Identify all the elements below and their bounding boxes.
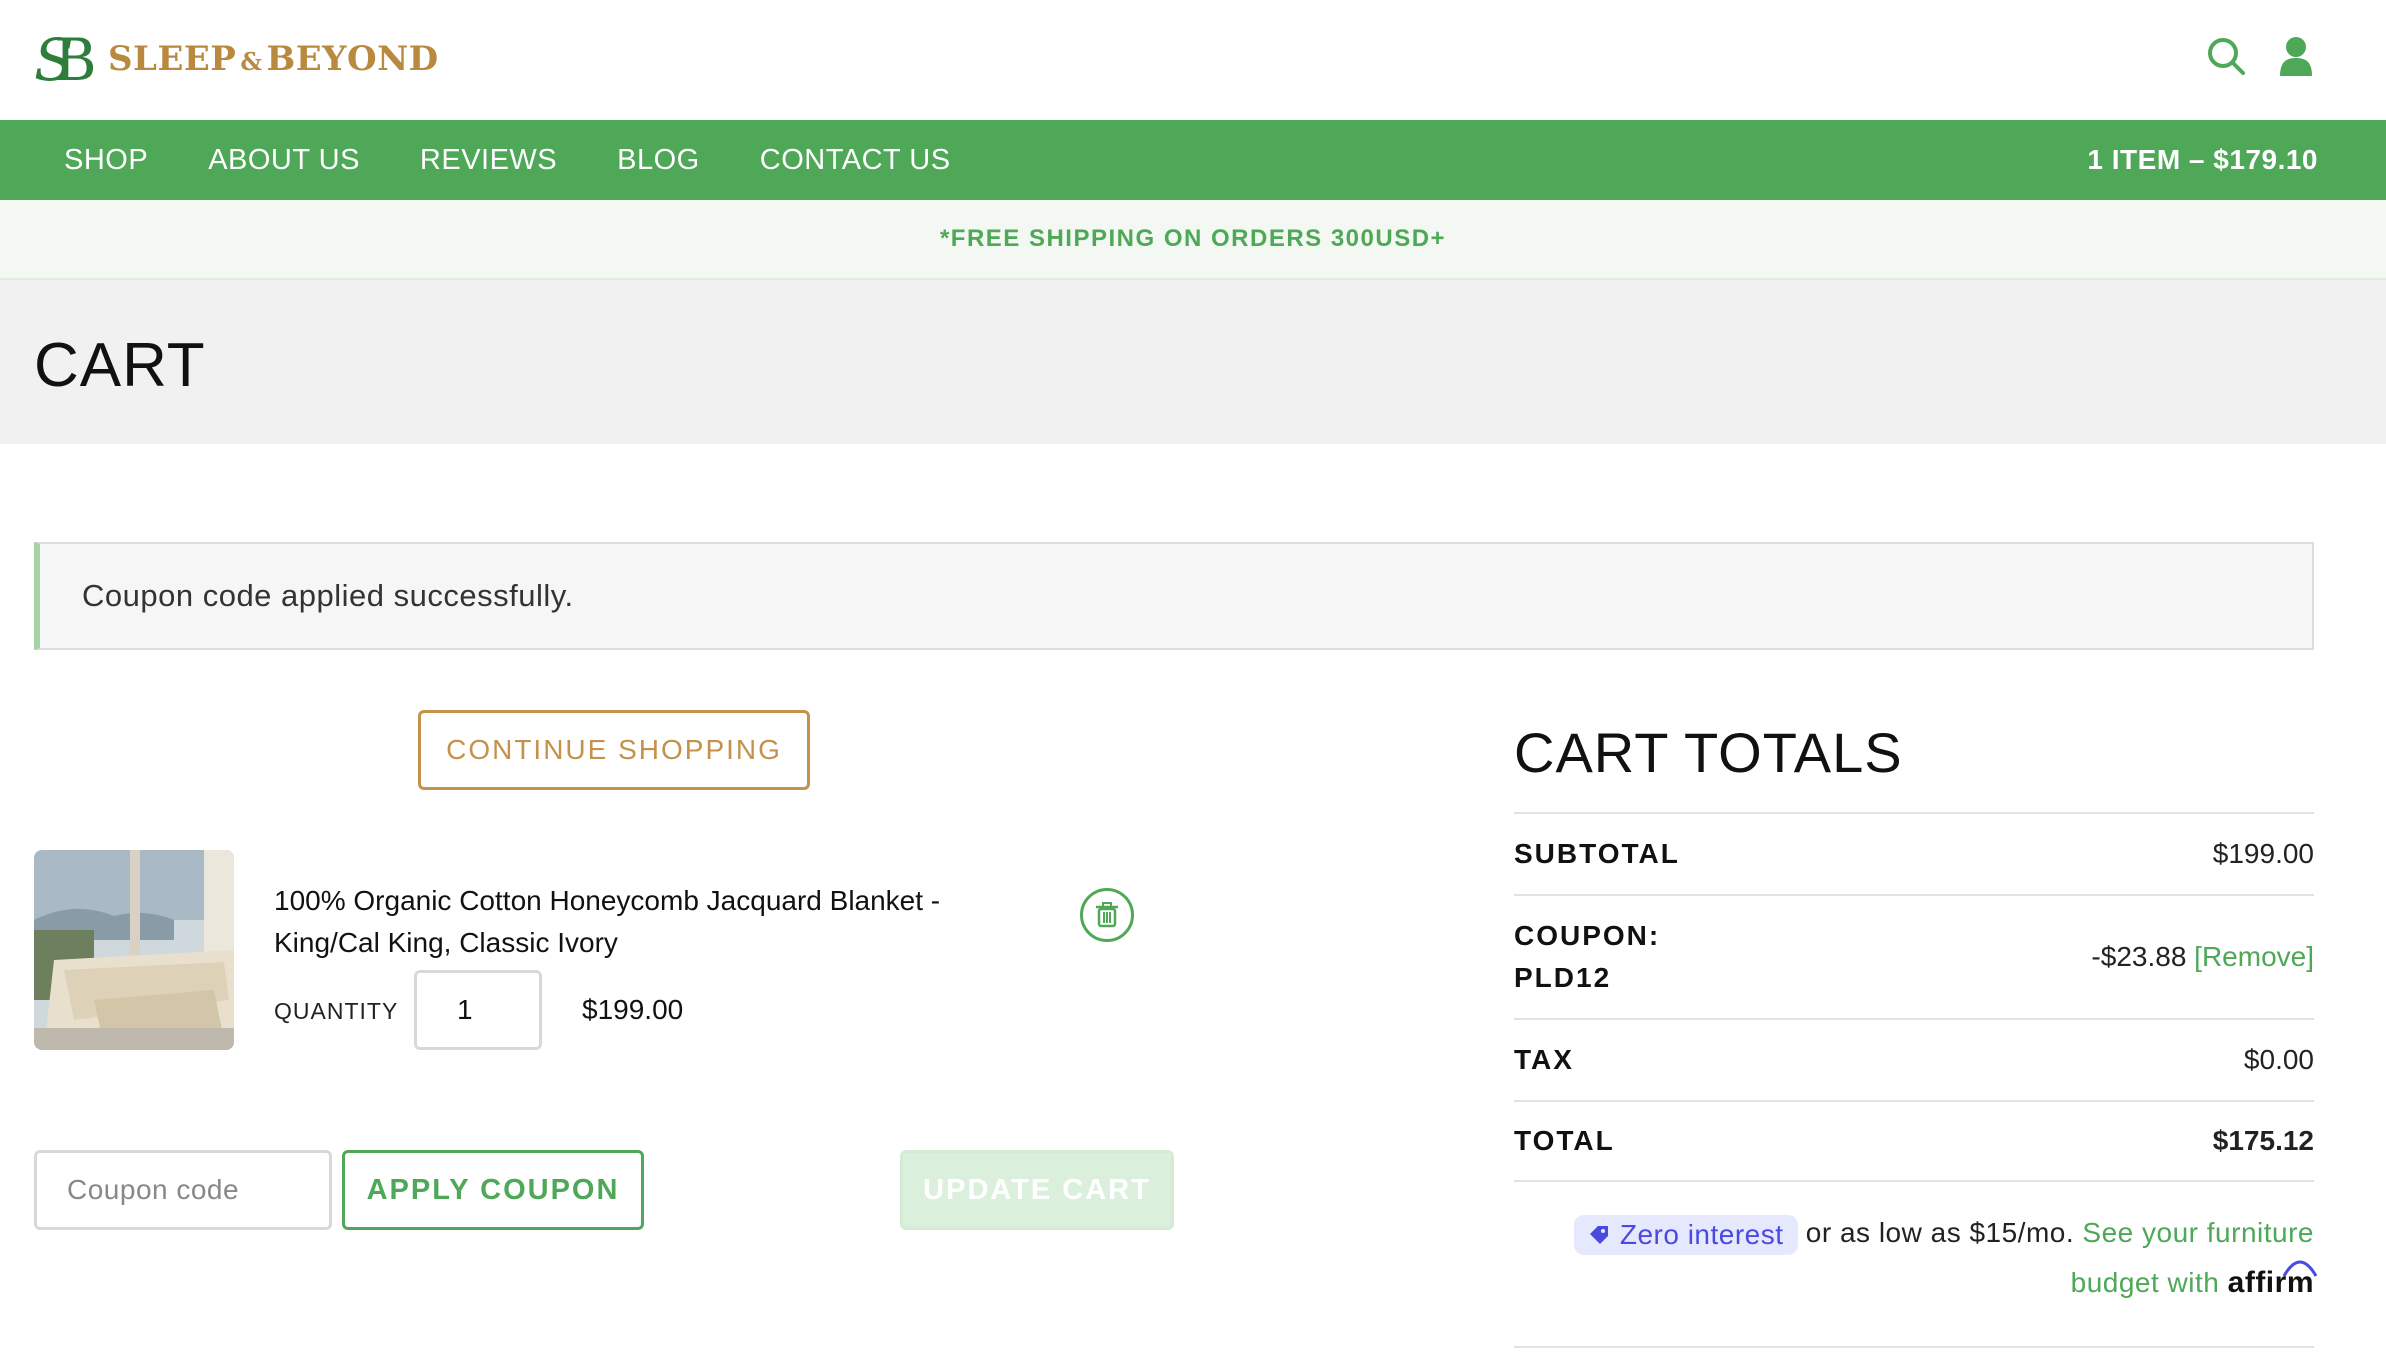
remove-item-button[interactable] xyxy=(1080,888,1134,942)
page-title: CART xyxy=(34,331,206,400)
nav-item-reviews[interactable]: REVIEWS xyxy=(390,144,587,177)
remove-coupon-link[interactable]: [Remove] xyxy=(2194,941,2314,972)
affirm-promo: Zero interest or as low as $15/mo. See y… xyxy=(1514,1208,2318,1308)
tax-value: $0.00 xyxy=(2243,1044,2314,1075)
main-nav: SHOP ABOUT US REVIEWS BLOG CONTACT US 1 … xyxy=(0,120,2386,200)
logo-mark-icon: S B xyxy=(34,26,97,92)
tax-label: TAX xyxy=(1514,1044,1574,1075)
nav-item-about-us[interactable]: ABOUT US xyxy=(178,144,390,177)
nav-item-blog[interactable]: BLOG xyxy=(587,144,730,177)
coupon-success-notice: Coupon code applied successfully. xyxy=(34,542,2314,650)
nav-item-shop[interactable]: SHOP xyxy=(34,144,178,177)
site-logo[interactable]: S B SLEEP & BEYOND xyxy=(32,26,439,92)
shipping-banner-text: *FREE SHIPPING ON ORDERS 300USD+ xyxy=(939,225,1447,252)
quantity-input[interactable]: 1 xyxy=(414,970,542,1050)
logo-wordmark: SLEEP & BEYOND xyxy=(108,39,439,79)
apply-coupon-button[interactable]: APPLY COUPON xyxy=(342,1150,644,1230)
search-icon[interactable] xyxy=(2204,34,2248,78)
affirm-text: or as low as $15/mo. xyxy=(1805,1217,2075,1248)
quantity-label: QUANTITY xyxy=(274,998,399,1024)
divider xyxy=(1514,1346,2314,1348)
trash-icon xyxy=(1096,902,1118,928)
total-row: TOTAL $175.12 xyxy=(1514,1100,2314,1182)
cart-totals-title: CART TOTALS xyxy=(1514,721,1903,784)
item-price: $199.00 xyxy=(582,994,684,1025)
tag-icon xyxy=(1589,1225,1608,1244)
coupon-code-input[interactable]: Coupon code xyxy=(34,1150,332,1230)
update-cart-button[interactable]: UPDATE CART xyxy=(900,1150,1174,1230)
top-header: S B SLEEP & BEYOND xyxy=(0,0,2386,120)
shipping-banner: *FREE SHIPPING ON ORDERS 300USD+ xyxy=(0,200,2386,280)
subtotal-row: SUBTOTAL $199.00 xyxy=(1514,812,2314,894)
total-value: $175.12 xyxy=(2212,1125,2314,1156)
affirm-logo[interactable]: affirm xyxy=(2228,1258,2318,1308)
user-icon[interactable] xyxy=(2274,34,2318,78)
total-label: TOTAL xyxy=(1514,1125,1615,1156)
continue-shopping-button[interactable]: CONTINUE SHOPPING xyxy=(418,710,810,790)
cart-totals: CART TOTALS SUBTOTAL $199.00 COUPON: PLD1… xyxy=(1514,720,2318,1308)
svg-text:B: B xyxy=(54,26,97,92)
tax-row: TAX $0.00 xyxy=(1514,1018,2314,1100)
product-name-link[interactable]: 100% Organic Cotton Honeycomb Jacquard B… xyxy=(274,880,1014,964)
nav-item-contact-us[interactable]: CONTACT US xyxy=(730,144,981,177)
product-image[interactable] xyxy=(34,850,234,1050)
page-title-band: CART xyxy=(0,280,2386,444)
coupon-label: COUPON: PLD12 xyxy=(1514,920,1661,993)
subtotal-value: $199.00 xyxy=(2212,838,2314,869)
subtotal-label: SUBTOTAL xyxy=(1514,838,1680,869)
coupon-row: COUPON: PLD12 -$23.88 [Remove] xyxy=(1514,894,2314,1018)
notice-text: Coupon code applied successfully. xyxy=(82,578,574,613)
zero-interest-badge: Zero interest xyxy=(1573,1214,1798,1255)
coupon-value: -$23.88 [Remove] xyxy=(2091,941,2314,972)
cart-summary-link[interactable]: 1 ITEM – $179.10 xyxy=(2087,120,2318,200)
